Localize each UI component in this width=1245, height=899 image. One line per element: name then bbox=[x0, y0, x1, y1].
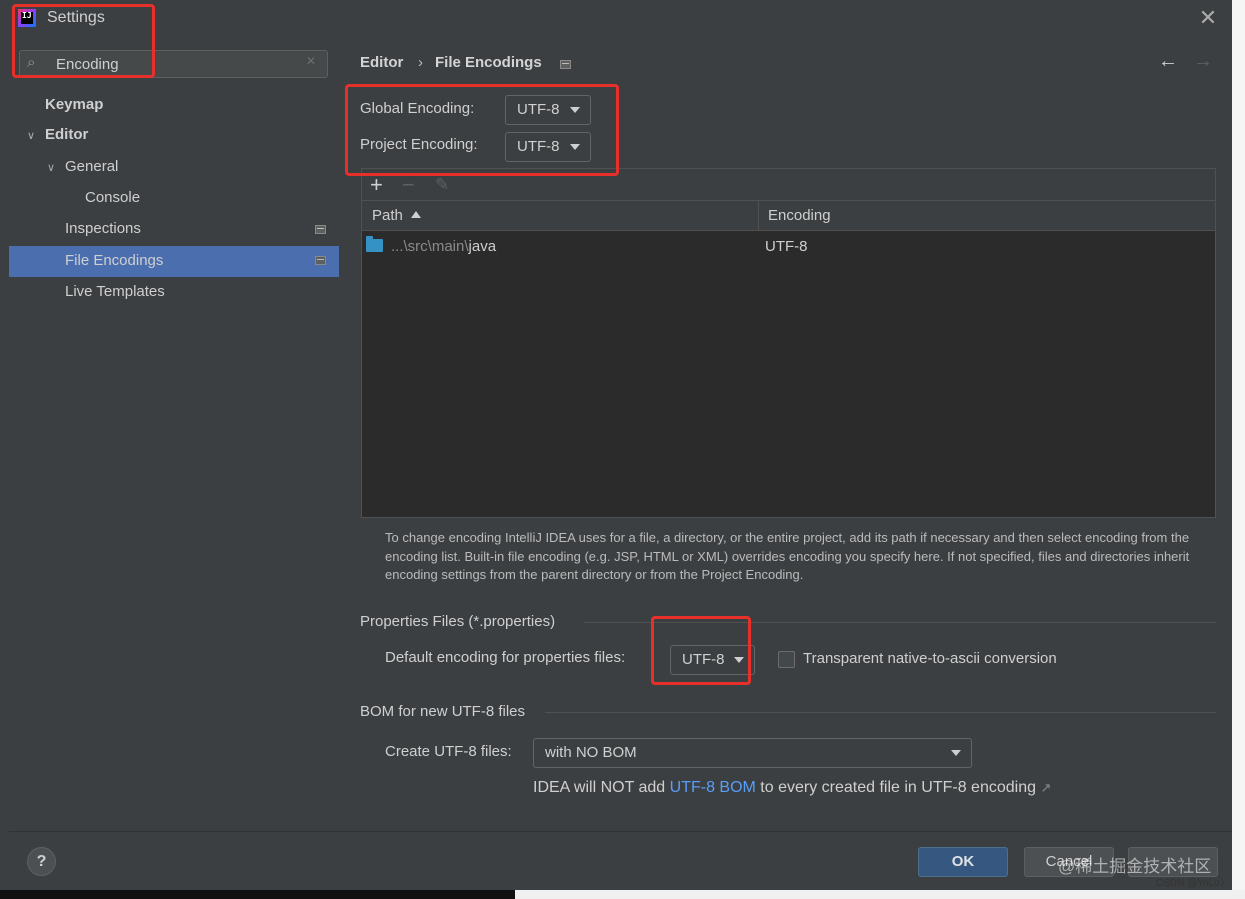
back-arrow-icon[interactable]: ← bbox=[1158, 50, 1178, 73]
column-divider bbox=[758, 200, 759, 231]
utf8-bom-link[interactable]: UTF-8 BOM bbox=[670, 779, 756, 796]
close-icon[interactable]: ✕ bbox=[1197, 6, 1219, 30]
background-window bbox=[515, 890, 1245, 899]
external-link-icon: ↗ bbox=[1040, 780, 1052, 795]
create-utf8-label: Create UTF-8 files: bbox=[385, 743, 512, 760]
project-encoding-label: Project Encoding: bbox=[360, 136, 478, 153]
path-leaf: java bbox=[468, 238, 497, 255]
settings-search[interactable]: ⌕ ✕ bbox=[19, 50, 328, 78]
edit-icon[interactable]: ✎ bbox=[435, 171, 449, 199]
breadcrumb-current: File Encodings bbox=[435, 54, 542, 71]
ok-button[interactable]: OK bbox=[918, 847, 1008, 877]
global-encoding-value: UTF-8 bbox=[517, 101, 560, 118]
section-divider bbox=[545, 712, 1216, 713]
global-encoding-label: Global Encoding: bbox=[360, 100, 475, 117]
transparent-ascii-label[interactable]: Transparent native-to-ascii conversion bbox=[803, 650, 1057, 667]
background-window bbox=[1232, 0, 1245, 899]
sidebar-item-editor[interactable]: Editor bbox=[45, 120, 88, 150]
sidebar-item-live-templates[interactable]: Live Templates bbox=[65, 277, 165, 307]
dropdown-caret-icon bbox=[570, 144, 580, 150]
watermark-sub: CSDN @YoLo♪ bbox=[1156, 878, 1225, 889]
intellij-app-icon: IJ bbox=[18, 9, 36, 27]
table-row-path[interactable]: ...\src\main\java bbox=[391, 238, 496, 255]
dropdown-caret-icon bbox=[734, 657, 744, 663]
add-icon[interactable]: + bbox=[370, 171, 383, 199]
encoding-help-text: To change encoding IntelliJ IDEA uses fo… bbox=[385, 530, 1190, 582]
properties-default-label: Default encoding for properties files: bbox=[385, 649, 626, 666]
bom-info-suffix: to every created file in UTF-8 encoding bbox=[755, 779, 1036, 796]
settings-sidebar bbox=[9, 38, 339, 831]
watermark: @稀土掘金技术社区 bbox=[1058, 857, 1212, 876]
table-toolbar: + − ✎ bbox=[361, 168, 1216, 200]
path-prefix: ...\src\main\ bbox=[391, 238, 469, 255]
project-level-icon bbox=[315, 225, 326, 234]
chevron-down-icon[interactable]: ∨ bbox=[47, 161, 55, 174]
window-title: Settings bbox=[47, 9, 105, 26]
title-bar: IJ Settings ✕ bbox=[0, 0, 1232, 38]
create-utf8-value: with NO BOM bbox=[545, 744, 637, 761]
search-icon: ⌕ bbox=[27, 54, 36, 71]
chevron-down-icon[interactable]: ∨ bbox=[27, 129, 35, 142]
create-utf8-select[interactable]: with NO BOM bbox=[533, 738, 972, 768]
properties-section-title: Properties Files (*.properties) bbox=[360, 613, 556, 630]
breadcrumb-separator: › bbox=[418, 54, 423, 71]
table-row-encoding[interactable]: UTF-8 bbox=[765, 238, 808, 255]
section-divider bbox=[584, 622, 1216, 623]
help-button[interactable]: ? bbox=[27, 847, 56, 876]
properties-encoding-value: UTF-8 bbox=[682, 651, 725, 668]
sidebar-item-general[interactable]: General bbox=[65, 152, 118, 182]
folder-icon bbox=[366, 236, 383, 252]
sidebar-item-inspections[interactable]: Inspections bbox=[65, 214, 141, 244]
column-header-path[interactable]: Path bbox=[372, 201, 421, 231]
bom-info-prefix: IDEA will NOT add bbox=[533, 779, 670, 796]
search-input[interactable] bbox=[56, 54, 296, 74]
forward-arrow-icon[interactable]: → bbox=[1193, 50, 1213, 73]
sort-ascending-icon bbox=[410, 211, 421, 218]
global-encoding-select[interactable]: UTF-8 bbox=[505, 95, 591, 125]
column-header-path-label: Path bbox=[372, 207, 403, 224]
dropdown-caret-icon bbox=[570, 107, 580, 113]
project-level-icon bbox=[315, 256, 326, 265]
dropdown-caret-icon bbox=[951, 750, 961, 756]
remove-icon[interactable]: − bbox=[402, 171, 415, 199]
sidebar-item-keymap[interactable]: Keymap bbox=[45, 90, 103, 120]
project-encoding-select[interactable]: UTF-8 bbox=[505, 132, 591, 162]
clear-search-icon[interactable]: ✕ bbox=[306, 54, 316, 68]
properties-encoding-select[interactable]: UTF-8 bbox=[670, 645, 755, 675]
column-header-encoding[interactable]: Encoding bbox=[768, 201, 831, 231]
project-encoding-value: UTF-8 bbox=[517, 138, 560, 155]
bom-info-line: IDEA will NOT add UTF-8 BOM to every cre… bbox=[533, 779, 1051, 797]
project-level-icon bbox=[560, 60, 571, 69]
transparent-ascii-checkbox[interactable] bbox=[778, 651, 795, 668]
selected-row-highlight bbox=[9, 246, 339, 277]
sidebar-item-file-encodings[interactable]: File Encodings bbox=[65, 246, 163, 276]
breadcrumb-editor[interactable]: Editor bbox=[360, 54, 403, 71]
sidebar-item-console[interactable]: Console bbox=[85, 183, 140, 213]
table-header: Path Encoding bbox=[362, 200, 1215, 231]
bom-section-title: BOM for new UTF-8 files bbox=[360, 703, 526, 720]
